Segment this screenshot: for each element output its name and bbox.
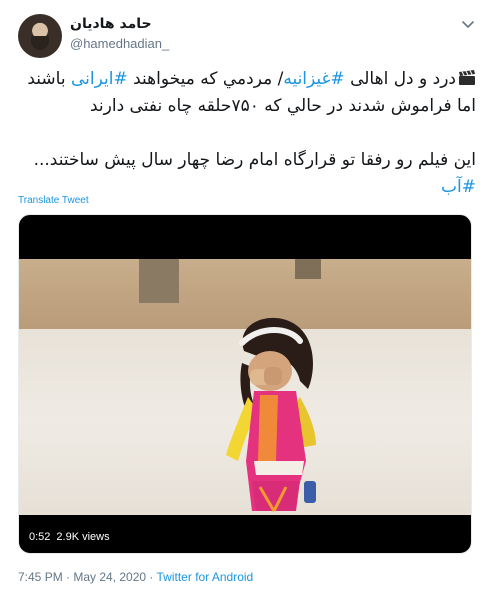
tweet-text-segment: درد و دل اهالی — [344, 69, 456, 89]
video-scene-door — [139, 259, 179, 303]
video-scene-girl — [226, 317, 316, 512]
tweet-source-link[interactable]: Twitter for Android — [157, 570, 254, 584]
tweet-timestamp[interactable]: 7:45 PM · May 24, 2020 · — [18, 570, 157, 584]
tweet-meta: 7:45 PM · May 24, 2020 · Twitter for And… — [18, 570, 253, 584]
video-duration: 0:52 — [29, 531, 51, 543]
video-player[interactable]: 0:52 2.9K views — [18, 214, 472, 554]
author-name[interactable]: حامد هادیان — [70, 16, 152, 32]
author-handle[interactable]: @hamedhadian_ — [70, 36, 169, 51]
clapper-board-icon — [459, 70, 475, 85]
tweet-text: درد و دل اهالی #غیزانیه/ مردمي که میخواه… — [18, 66, 476, 201]
avatar[interactable] — [18, 14, 62, 58]
avatar-beard — [31, 36, 49, 50]
tweet-card: حامد هادیان @hamedhadian_ درد و دل اهالی… — [0, 0, 494, 589]
tweet-paragraph-2: این فیلم رو رفقا تو قرارگاه امام رضا چها… — [18, 147, 476, 201]
hashtag-link[interactable]: #غیزانیه — [283, 69, 344, 89]
translate-tweet-link[interactable]: Translate Tweet — [18, 195, 89, 206]
tweet-paragraph-1: درد و دل اهالی #غیزانیه/ مردمي که میخواه… — [18, 66, 476, 120]
video-scene-door — [295, 259, 321, 279]
video-stats: 0:52 2.9K views — [29, 531, 110, 543]
video-views: 2.9K views — [56, 531, 110, 543]
hashtag-link[interactable]: #ایرانی — [71, 69, 128, 89]
video-frame[interactable] — [19, 259, 471, 515]
tweet-text-segment: این فیلم رو رفقا تو قرارگاه امام رضا چها… — [33, 150, 476, 170]
hashtag-link[interactable]: #آب — [441, 177, 476, 197]
chevron-down-icon[interactable] — [460, 16, 476, 32]
tweet-text-segment: / مردمي که میخواهند — [127, 69, 284, 89]
